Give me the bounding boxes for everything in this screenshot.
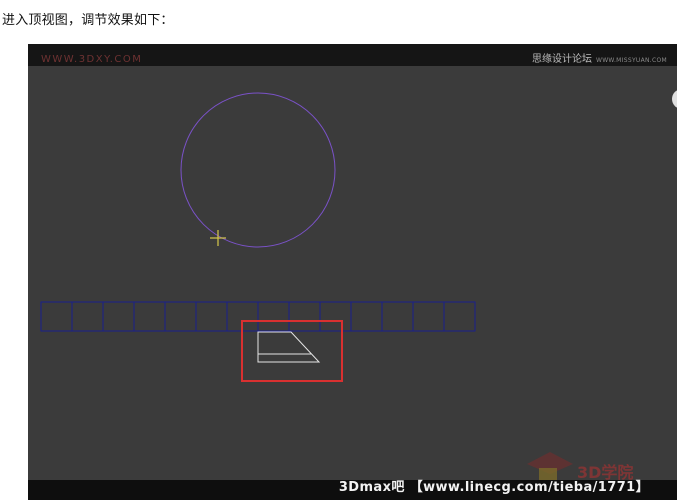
grid-cell[interactable] bbox=[195, 301, 228, 332]
grid-cell[interactable] bbox=[133, 301, 166, 332]
viewport-screenshot: WWW.3DXY.COM 思缘设计论坛 WWW.MISSYUAN.COM 3D学… bbox=[28, 44, 677, 500]
grid-row[interactable] bbox=[40, 301, 476, 332]
page: 进入顶视图，调节效果如下： WWW.3DXY.COM 思缘设计论坛 WWW.MIS… bbox=[0, 0, 677, 500]
grid-cell[interactable] bbox=[257, 301, 290, 332]
top-viewport[interactable] bbox=[28, 44, 677, 500]
grid-cell[interactable] bbox=[102, 301, 135, 332]
grid-cell[interactable] bbox=[381, 301, 414, 332]
grid-cell[interactable] bbox=[288, 301, 321, 332]
grid-cell[interactable] bbox=[319, 301, 352, 332]
grid-cell[interactable] bbox=[40, 301, 73, 332]
footer-watermark: 3Dmax吧 【www.linecg.com/tieba/1771】 bbox=[338, 480, 649, 495]
grid-cell[interactable] bbox=[71, 301, 104, 332]
grid-cell[interactable] bbox=[443, 301, 476, 332]
profile-shape[interactable] bbox=[257, 331, 321, 363]
grid-cell[interactable] bbox=[412, 301, 445, 332]
grid-cell[interactable] bbox=[164, 301, 197, 332]
circle-spline[interactable] bbox=[180, 92, 336, 248]
highlight-box bbox=[241, 320, 343, 382]
grid-cell[interactable] bbox=[350, 301, 383, 332]
viewport-edge-knob bbox=[672, 90, 677, 108]
caption-text: 进入顶视图，调节效果如下： bbox=[2, 13, 174, 28]
